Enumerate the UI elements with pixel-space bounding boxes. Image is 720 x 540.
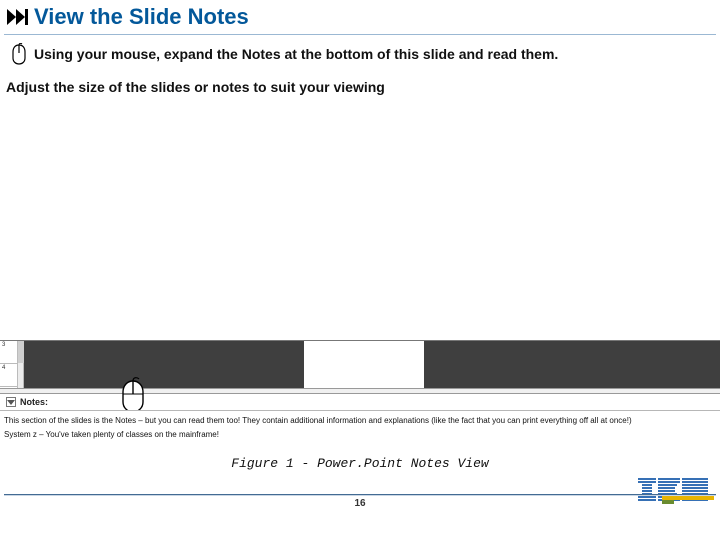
notes-collapse-toggle[interactable] <box>6 397 16 407</box>
secondary-text: Adjust the size of the slides or notes t… <box>0 71 720 95</box>
footer-rule <box>4 494 716 496</box>
thumbnail-number: 4 <box>0 364 5 371</box>
thumbnail-number: 3 <box>0 341 5 348</box>
notes-pane-header: Notes: <box>0 394 720 410</box>
mouse-icon <box>118 375 148 413</box>
mouse-icon <box>10 43 28 65</box>
slide-thumbnail[interactable]: 3 <box>0 341 17 364</box>
figure-caption: Figure 1 - Power.Point Notes View <box>0 456 720 471</box>
notes-label: Notes: <box>20 397 48 407</box>
embedded-screenshot: 3 4 Notes: This section of the slides is… <box>0 340 720 448</box>
page-number: 16 <box>0 498 720 509</box>
slide-title: View the Slide Notes <box>34 4 249 30</box>
title-row: View the Slide Notes <box>0 0 720 32</box>
slide-canvas <box>304 341 424 388</box>
forward-icon <box>6 7 28 27</box>
slide: View the Slide Notes Using your mouse, e… <box>0 0 720 540</box>
notes-text-line: System z – You've taken plenty of classe… <box>0 428 720 442</box>
notes-pane-body[interactable]: This section of the slides is the Notes … <box>0 410 720 449</box>
instruction-row: Using your mouse, expand the Notes at th… <box>0 35 720 71</box>
slide-thumbnail[interactable]: 4 <box>0 364 17 387</box>
instruction-text: Using your mouse, expand the Notes at th… <box>34 46 558 62</box>
slide-thumbnail-column: 3 4 <box>0 341 18 388</box>
notes-text-line: This section of the slides is the Notes … <box>0 414 720 428</box>
